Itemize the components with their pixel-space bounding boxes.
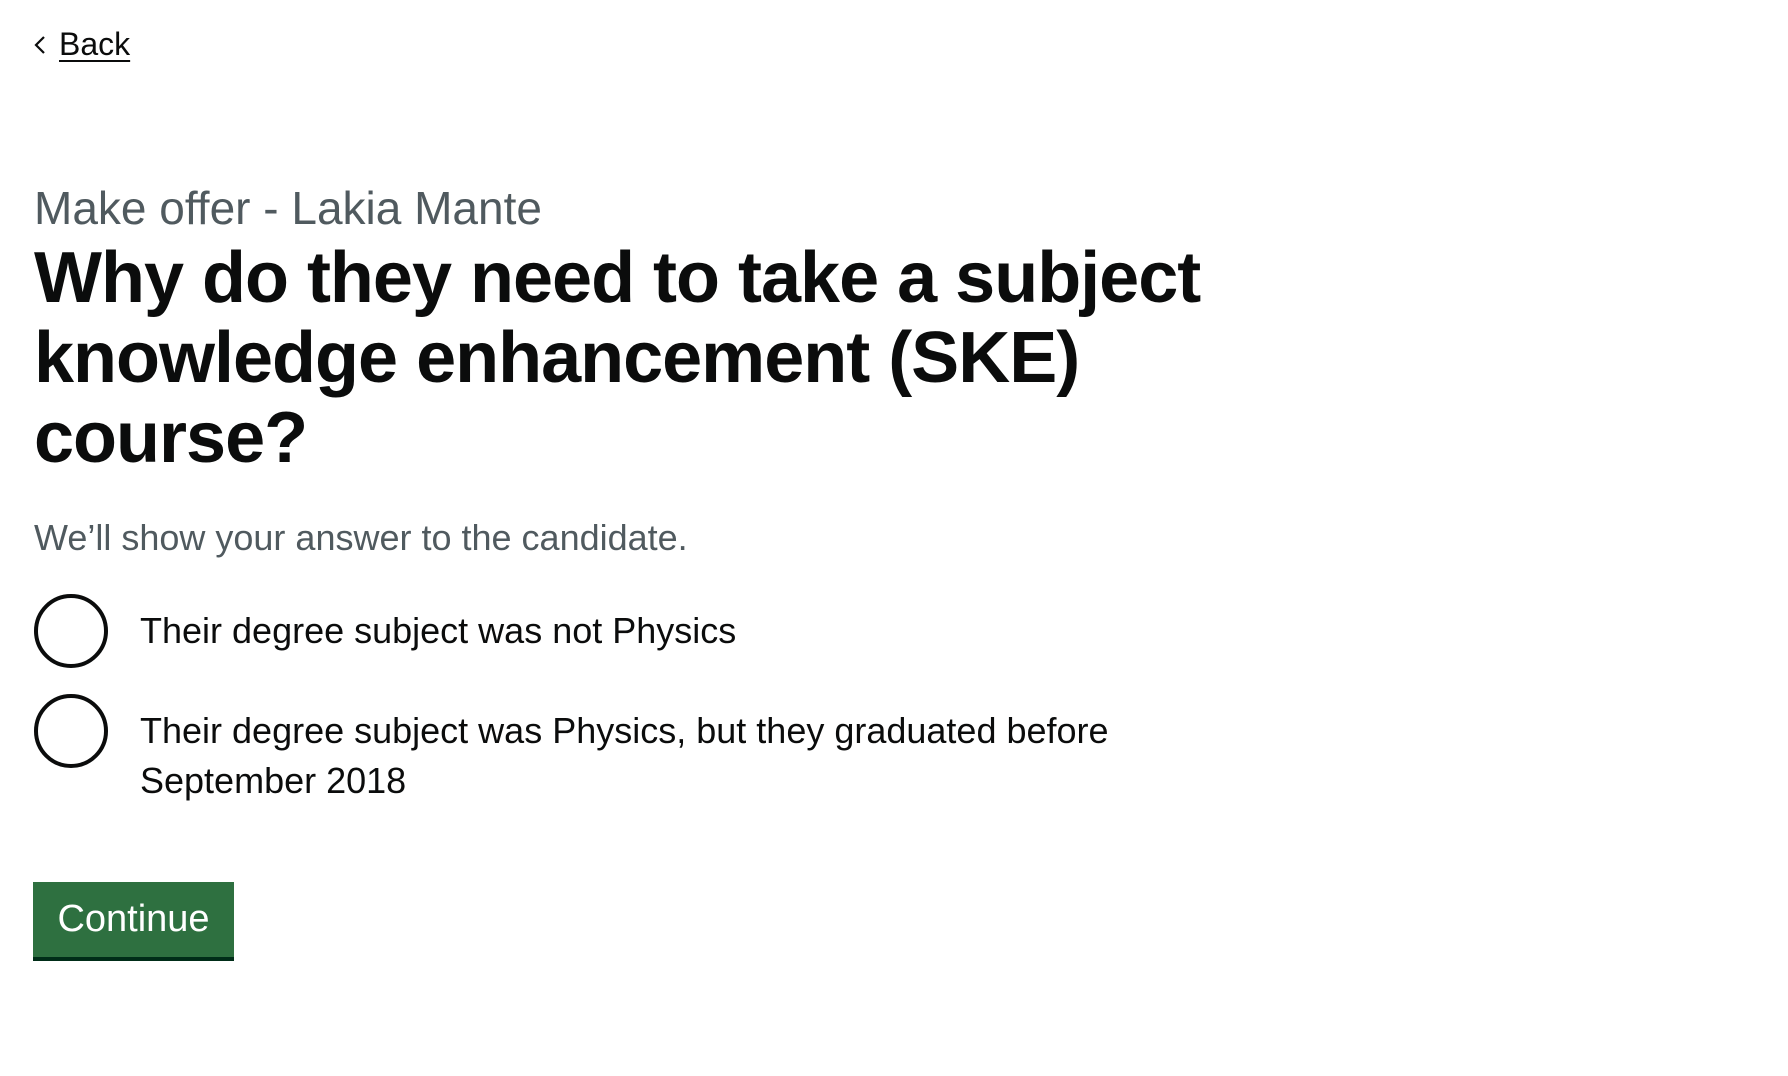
back-link-label[interactable]: Back (59, 26, 130, 63)
radio-button[interactable] (34, 694, 108, 768)
radio-option-physics-before-2018[interactable]: Their degree subject was Physics, but th… (34, 694, 1160, 806)
back-link[interactable]: Back (34, 26, 130, 63)
continue-button[interactable]: Continue (33, 882, 234, 957)
radio-option-label[interactable]: Their degree subject was not Physics (140, 594, 1160, 656)
radio-option-label[interactable]: Their degree subject was Physics, but th… (140, 694, 1160, 806)
page-title: Why do they need to take a subject knowl… (34, 238, 1201, 478)
radio-button[interactable] (34, 594, 108, 668)
radio-option-not-physics[interactable]: Their degree subject was not Physics (34, 594, 1160, 668)
chevron-left-icon (34, 35, 45, 54)
page-caption: Make offer - Lakia Mante (34, 182, 542, 234)
hint-text: We’ll show your answer to the candidate. (34, 517, 688, 558)
page: Back Make offer - Lakia Mante Why do the… (0, 0, 1788, 1076)
